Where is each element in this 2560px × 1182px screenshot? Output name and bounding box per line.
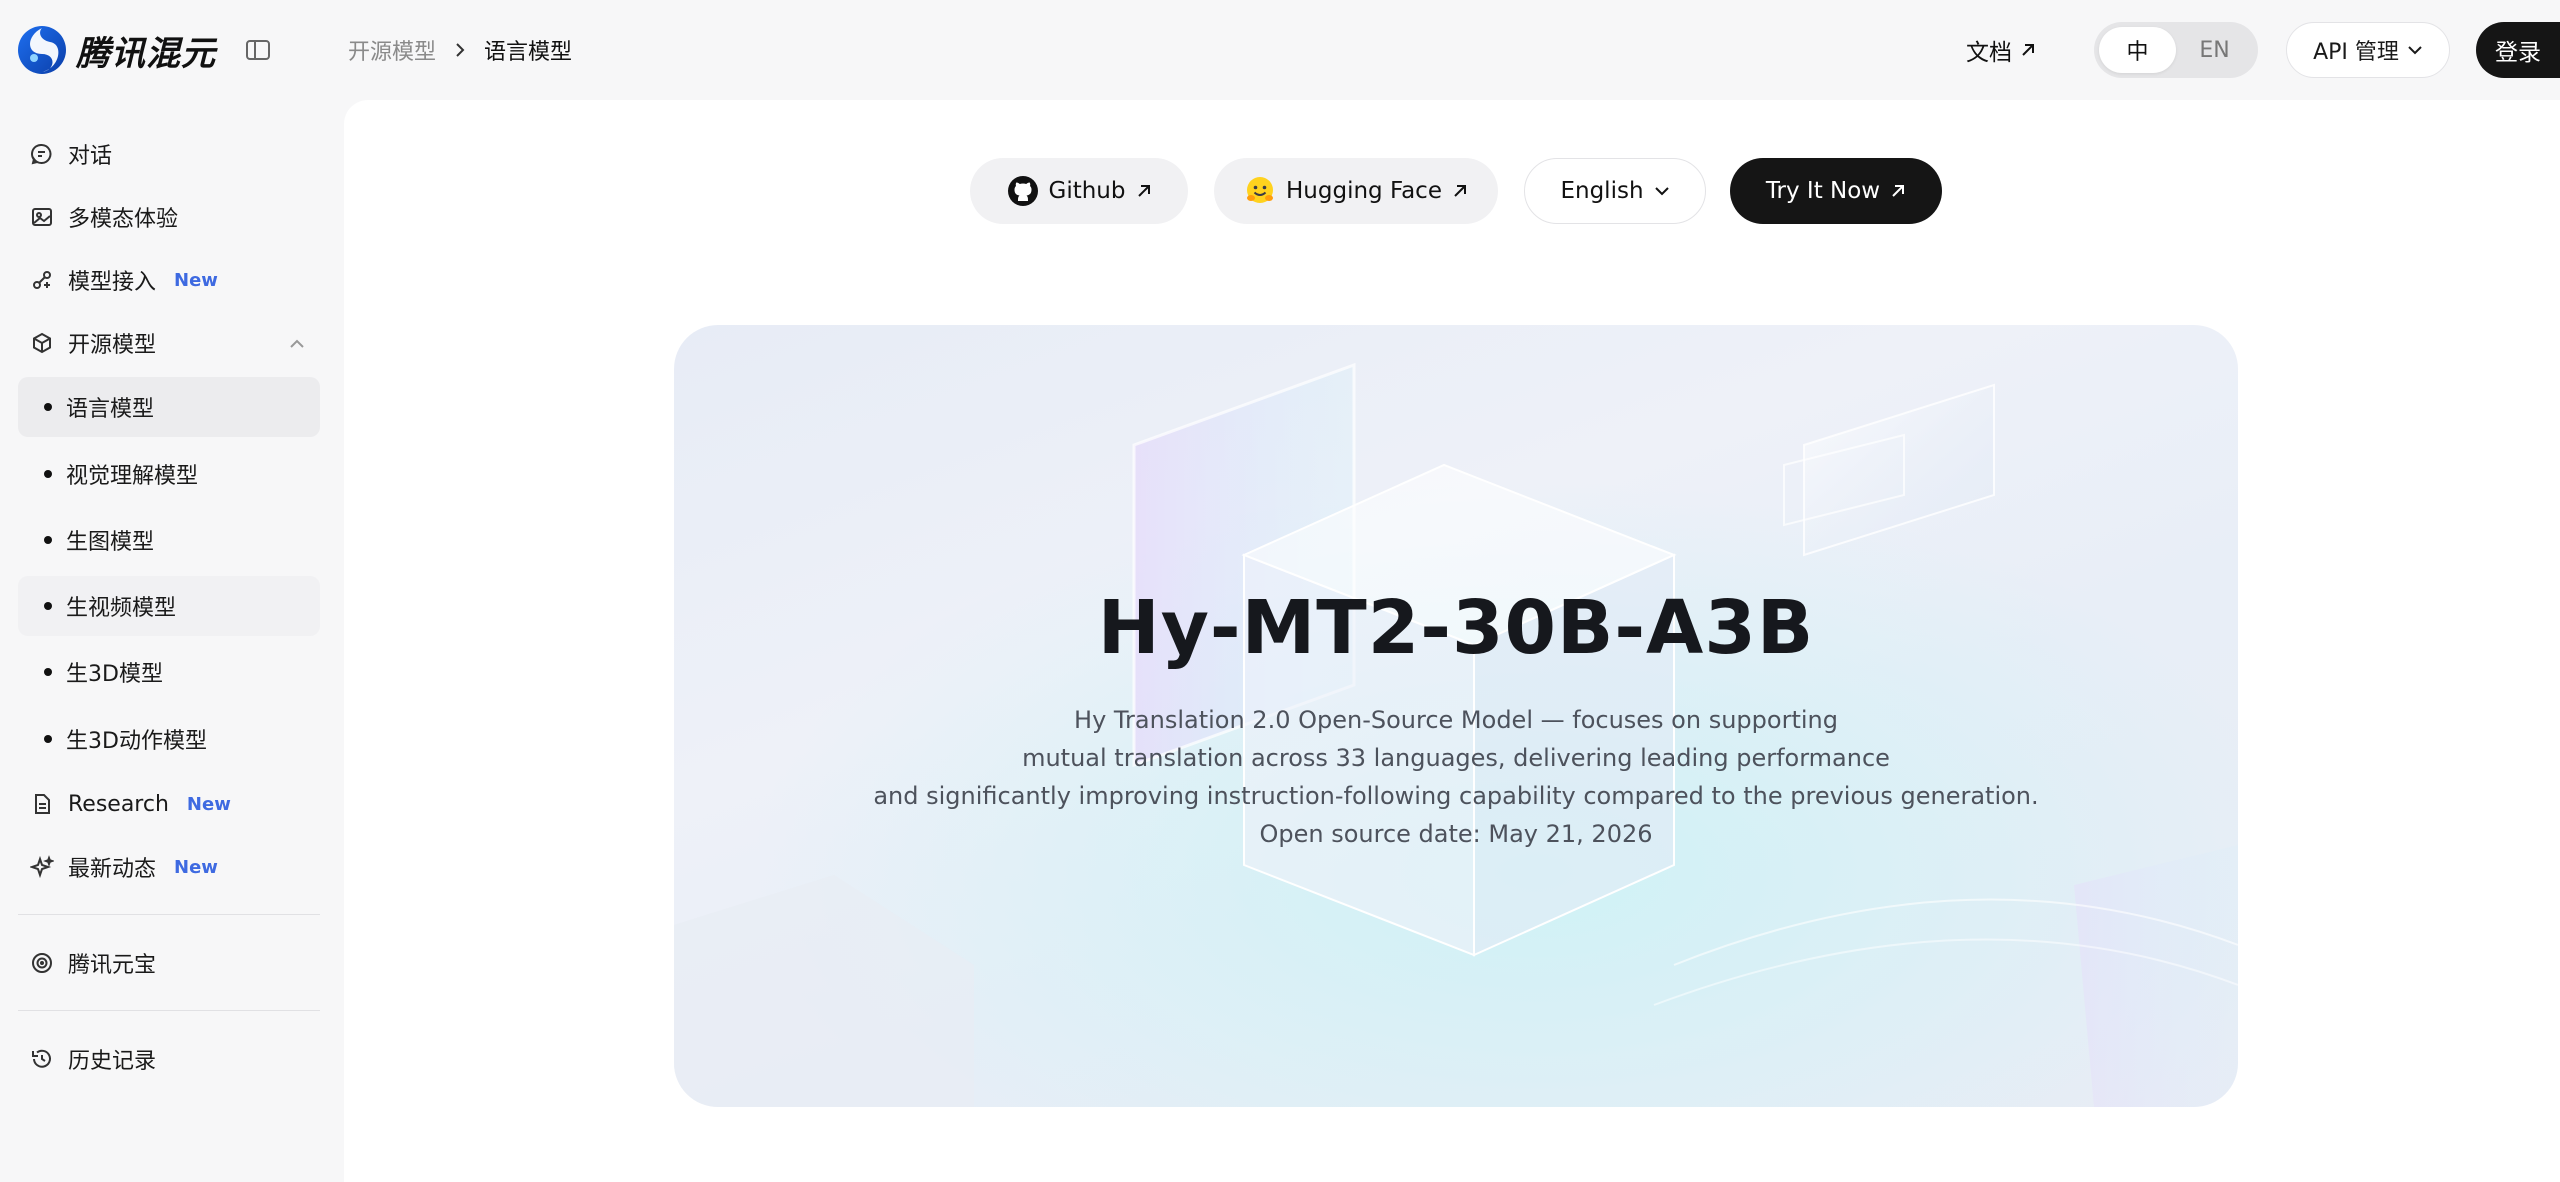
subitem-label: 生图模型	[66, 530, 155, 555]
arrow-up-right-icon	[1892, 185, 1905, 197]
sidebar-item-label: 开源模型	[68, 333, 157, 358]
chat-icon	[31, 143, 52, 165]
bullet-dot	[44, 470, 52, 478]
hugging-face-button[interactable]: Hugging Face	[1214, 158, 1498, 224]
lang-option-zh[interactable]: 中	[2099, 27, 2176, 73]
try-it-now-button[interactable]: Try It Now	[1730, 158, 1942, 224]
subitem-label: 视觉理解模型	[66, 464, 199, 489]
subitem-label: 生视频模型	[66, 596, 177, 621]
sidebar-item-label: 模型接入	[68, 270, 157, 295]
arrow-up-right-icon	[1137, 185, 1150, 197]
sidebar-item-label: Research	[68, 791, 169, 817]
cube-icon	[33, 332, 51, 354]
hugging-face-icon	[1247, 177, 1274, 203]
sidebar-item-news[interactable]: 最新动态 New	[18, 839, 320, 895]
sidebar-item-history[interactable]: 历史记录	[18, 1031, 320, 1087]
api-manage-label: API 管理	[2313, 40, 2399, 65]
login-button[interactable]: 登录	[2476, 22, 2560, 78]
plug-icon	[33, 271, 51, 289]
chevron-right-icon	[456, 43, 465, 57]
hero-desc-line: mutual translation across 33 languages, …	[1022, 744, 1890, 772]
arrow-up-right-icon	[1454, 185, 1466, 197]
sidebar-item-label: 历史记录	[68, 1049, 157, 1074]
language-select[interactable]: English	[1524, 158, 1706, 224]
brand-logo[interactable]: 腾讯混元	[16, 22, 216, 78]
new-badge: New	[174, 269, 218, 291]
sidebar-item-yuanbao[interactable]: 腾讯元宝	[18, 935, 320, 991]
sidebar-item-label: 最新动态	[68, 857, 157, 882]
sidebar-subitem-image-gen-model[interactable]: 生图模型	[18, 510, 320, 570]
hero-open-source-date: Open source date: May 21, 2026	[1259, 820, 1653, 848]
main-content: Github Hugging Face English Try It Now H…	[344, 100, 2560, 1182]
sidebar-subitem-video-gen-model[interactable]: 生视频模型	[18, 576, 320, 636]
api-manage-button[interactable]: API 管理	[2286, 22, 2450, 78]
sidebar-divider	[18, 1010, 320, 1011]
bullet-dot	[44, 403, 52, 411]
github-label: Github	[1048, 178, 1126, 204]
bullet-dot	[44, 602, 52, 610]
yuanbao-icon	[32, 953, 52, 973]
new-badge: New	[174, 856, 218, 878]
sidebar-item-label: 多模态体验	[68, 207, 179, 232]
lang-option-en[interactable]: EN	[2176, 27, 2253, 73]
chevron-up-icon[interactable]	[288, 335, 306, 353]
sidebar-item-model-access[interactable]: 模型接入 New	[18, 252, 320, 308]
sidebar-toggle-icon[interactable]	[244, 36, 272, 64]
bullet-dot	[44, 735, 52, 743]
hunyuan-logo-icon	[18, 26, 66, 74]
sidebar-subitem-3d-motion-model[interactable]: 生3D动作模型	[18, 709, 320, 769]
breadcrumb: 开源模型 语言模型	[348, 30, 572, 70]
try-it-now-label: Try It Now	[1765, 178, 1881, 204]
github-icon	[1007, 176, 1038, 206]
sidebar-item-research[interactable]: Research New	[18, 776, 320, 832]
breadcrumb-parent[interactable]: 开源模型	[348, 34, 436, 66]
sidebar-subitem-language-model[interactable]: 语言模型	[18, 377, 320, 437]
hero-desc-line: Hy Translation 2.0 Open-Source Model — f…	[1074, 706, 1838, 734]
sidebar-subitem-vision-model[interactable]: 视觉理解模型	[18, 444, 320, 504]
chevron-down-icon	[1654, 187, 1669, 196]
new-badge: New	[186, 793, 231, 815]
sidebar-subitem-3d-gen-model[interactable]: 生3D模型	[18, 642, 320, 702]
arrow-up-right-icon	[2022, 44, 2034, 56]
bullet-dot	[44, 536, 52, 544]
language-select-label: English	[1560, 178, 1644, 204]
sidebar-item-chat[interactable]: 对话	[18, 126, 320, 182]
bullet-dot	[44, 668, 52, 676]
hero-desc-line: and significantly improving instruction-…	[873, 782, 2039, 810]
chevron-down-icon	[2408, 46, 2422, 55]
github-button[interactable]: Github	[970, 158, 1188, 224]
sidebar-item-open-source[interactable]: 开源模型	[18, 315, 320, 371]
brand-name: 腾讯混元	[76, 33, 216, 74]
sidebar-item-label: 腾讯元宝	[68, 953, 157, 978]
sidebar-divider	[18, 914, 320, 915]
history-icon	[32, 1049, 51, 1068]
breadcrumb-current: 语言模型	[484, 40, 573, 65]
docs-label: 文档	[1966, 40, 2012, 66]
hero-title: Hy-MT2-30B-A3B	[1097, 585, 1815, 671]
hero-banner: Hy-MT2-30B-A3B Hy Translation 2.0 Open-S…	[674, 325, 2238, 1107]
document-icon	[35, 794, 50, 814]
docs-link[interactable]: 文档	[1966, 28, 2036, 72]
top-bar: 腾讯混元 开源模型 语言模型 文档 中 EN API 管理 登录	[0, 0, 2560, 100]
hero-description: Hy Translation 2.0 Open-Source Model — f…	[674, 701, 2238, 853]
sparkle-icon	[30, 855, 54, 879]
subitem-label: 生3D模型	[66, 662, 163, 687]
language-switch: 中 EN	[2094, 22, 2258, 78]
image-icon	[32, 208, 52, 226]
sidebar: 对话 多模态体验 模型接入 New 开源模型 语言模型 视觉理解模型 生图模型 …	[0, 100, 344, 1182]
sidebar-item-multimodal[interactable]: 多模态体验	[18, 189, 320, 245]
subitem-label: 生3D动作模型	[66, 729, 207, 754]
hugging-face-label: Hugging Face	[1286, 178, 1442, 204]
sidebar-item-label: 对话	[68, 144, 113, 169]
subitem-label: 语言模型	[66, 397, 155, 422]
